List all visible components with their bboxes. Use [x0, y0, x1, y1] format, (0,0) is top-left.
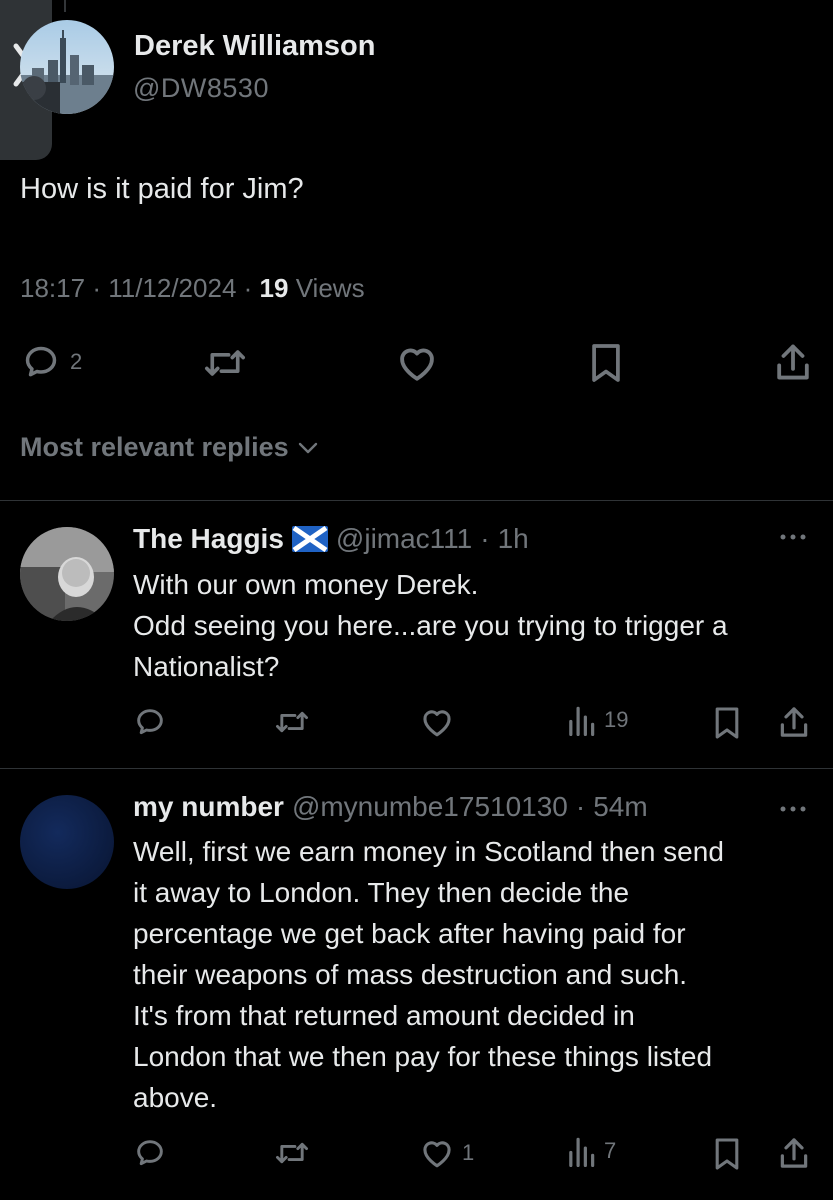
reply-header: The Haggis @jimac111 · 1h	[133, 523, 529, 555]
share-icon	[777, 344, 809, 380]
reply-icon	[137, 709, 163, 735]
author-name[interactable]: Derek Williamson	[134, 30, 376, 63]
reply-avatar[interactable]	[20, 795, 114, 889]
more-icon	[780, 534, 806, 540]
bookmark-icon	[715, 707, 739, 739]
bookmark-button[interactable]	[713, 706, 741, 740]
retweet-icon	[276, 711, 308, 733]
like-button[interactable]	[396, 343, 438, 383]
like-button[interactable]: 1	[420, 1137, 474, 1169]
like-icon	[400, 348, 434, 381]
share-button[interactable]	[774, 340, 812, 384]
more-icon	[780, 806, 806, 812]
reply-author-name[interactable]: The Haggis	[133, 523, 284, 555]
reply-author-handle[interactable]: @mynumbe17510130	[292, 791, 568, 823]
reply-text-line: their weapons of mass destruction and su…	[133, 959, 688, 990]
reply-count: 2	[70, 349, 83, 374]
avatar[interactable]	[20, 20, 114, 114]
like-icon	[423, 710, 451, 737]
retweet-icon	[205, 350, 245, 376]
divider	[0, 768, 833, 769]
retweet-button[interactable]	[274, 1137, 310, 1169]
chevron-down-icon	[298, 442, 317, 453]
reply-text: Well, first we earn money in Scotland th…	[133, 831, 724, 1118]
author-handle[interactable]: @DW8530	[133, 73, 269, 104]
scotland-flag-icon	[291, 526, 328, 552]
reply-text-line: Odd seeing you here...are you trying to …	[133, 610, 728, 641]
reply-icon	[25, 346, 57, 377]
post-meta: 18:17 · 11/12/2024 · 19 Views	[20, 273, 365, 303]
reply-time[interactable]: 54m	[593, 791, 647, 823]
reply-button[interactable]: 2	[22, 343, 82, 381]
reply-button[interactable]	[134, 706, 166, 738]
reply-author-name[interactable]: my number	[133, 791, 284, 823]
like-button[interactable]	[420, 706, 454, 738]
views-count: 7	[604, 1138, 617, 1163]
reply-time[interactable]: 1h	[498, 523, 529, 555]
bookmark-button[interactable]	[589, 342, 623, 384]
bookmark-icon	[592, 344, 620, 382]
share-button[interactable]	[778, 703, 810, 741]
sort-label: Most relevant replies	[20, 432, 289, 462]
thread-line	[64, 0, 66, 12]
share-icon	[780, 707, 808, 737]
views-button[interactable]: 19	[566, 704, 628, 736]
share-button[interactable]	[778, 1134, 810, 1172]
views-count: 19	[604, 707, 629, 732]
retweet-icon	[276, 1142, 308, 1164]
reply-header: my number @mynumbe17510130 · 54m	[133, 791, 648, 823]
reply-text-line: Well, first we earn money in Scotland th…	[133, 836, 724, 867]
reply-text-line: it away to London. They then decide the	[133, 877, 630, 908]
like-count: 1	[462, 1140, 475, 1165]
reply-text-line: percentage we get back after having paid…	[133, 918, 686, 949]
more-options-button[interactable]	[777, 795, 809, 826]
reply-text-line: Nationalist?	[133, 651, 280, 682]
retweet-button[interactable]	[203, 343, 247, 383]
like-icon	[423, 1141, 451, 1168]
more-options-button[interactable]	[777, 523, 809, 554]
views-button[interactable]: 7	[566, 1135, 616, 1167]
post-date[interactable]: 11/12/2024	[108, 273, 236, 303]
reply-author-handle[interactable]: @jimac111	[336, 523, 472, 555]
reply-avatar[interactable]	[20, 527, 114, 621]
reply-button[interactable]	[134, 1137, 166, 1169]
post-text: How is it paid for Jim?	[20, 173, 304, 205]
bookmark-icon	[715, 1138, 739, 1170]
reply-text-line: With our own money Derek.	[133, 569, 479, 600]
retweet-button[interactable]	[274, 706, 310, 738]
reply-text: With our own money Derek. Odd seeing you…	[133, 564, 728, 687]
sort-replies-dropdown[interactable]: Most relevant replies	[20, 432, 319, 463]
reply-text-line: above.	[133, 1082, 218, 1113]
share-icon	[780, 1138, 808, 1168]
reply-icon	[137, 1140, 163, 1166]
reply-text-line: London that we then pay for these things…	[133, 1041, 713, 1072]
bookmark-button[interactable]	[713, 1137, 741, 1171]
views-label: Views	[295, 273, 365, 303]
divider	[0, 500, 833, 501]
views-icon	[569, 706, 595, 736]
reply-text-line: It's from that returned amount decided i…	[133, 1000, 635, 1031]
post-time[interactable]: 18:17	[20, 273, 85, 303]
views-count: 19	[259, 273, 289, 303]
views-icon	[569, 1137, 595, 1167]
